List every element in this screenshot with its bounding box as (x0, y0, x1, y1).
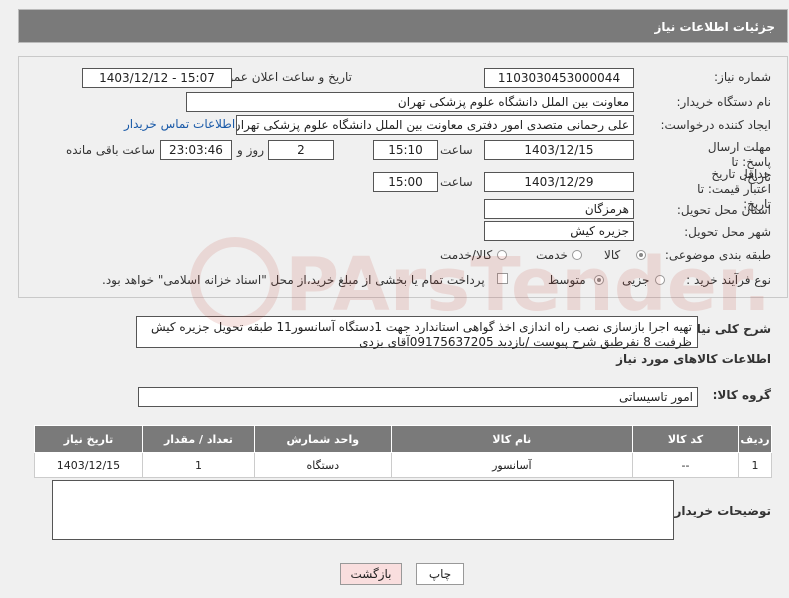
reply-date-field: 1403/12/15 (484, 140, 634, 160)
need-number-label: شماره نیاز: (714, 70, 771, 84)
category-service-label: خدمت (536, 248, 568, 262)
creator-label: ایجاد کننده درخواست: (660, 118, 771, 132)
contact-info-link[interactable]: اطلاعات تماس خریدار (124, 117, 235, 131)
col-qty: تعداد / مقدار (141, 425, 255, 453)
buyer-org-label: نام دستگاه خریدار: (676, 95, 772, 109)
col-row: ردیف (737, 425, 773, 453)
province-field: هرمزگان (484, 199, 634, 219)
need-number-field: 1103030453000044 (484, 68, 634, 88)
back-button[interactable]: بازگشت (340, 563, 402, 585)
province-label: استان محل تحویل: (676, 203, 771, 217)
category-service-radio[interactable] (572, 250, 582, 260)
category-goods-label: کالا (604, 248, 621, 262)
remaining-label: ساعت باقی مانده (66, 143, 156, 157)
category-goods-radio[interactable] (636, 250, 646, 260)
buyer-notes-field[interactable] (52, 480, 674, 540)
treasury-payment-label: پرداخت تمام یا بخشی از مبلغ خرید،از محل … (102, 273, 485, 287)
creator-field: علی رحمانی متصدی امور دفتری معاونت بین ا… (236, 115, 634, 135)
print-button[interactable]: چاپ (416, 563, 464, 585)
col-date: تاریخ نیاز (34, 425, 143, 453)
description-field[interactable]: تهیه اجرا بازسازی نصب راه اندازی اخذ گوا… (136, 316, 698, 349)
cell-row: 1 (737, 452, 773, 478)
cell-code: -- (632, 452, 739, 478)
cell-unit: دستگاه (253, 452, 392, 478)
page-title: جزئیات اطلاعات نیاز (654, 20, 775, 34)
days-field: 2 (268, 140, 334, 160)
price-time-label: ساعت (440, 175, 473, 189)
goods-group-label: گروه کالا: (712, 388, 771, 402)
col-name: نام کالا (390, 425, 634, 453)
city-field: جزیره کیش (484, 221, 634, 241)
treasury-payment-checkbox[interactable] (497, 273, 508, 284)
reply-time-field: 15:10 (373, 140, 438, 160)
price-time-field: 15:00 (373, 172, 438, 192)
page-header: جزئیات اطلاعات نیاز (18, 9, 788, 43)
announce-field: 1403/12/12 - 15:07 (82, 68, 232, 88)
reply-time-label: ساعت (440, 143, 473, 157)
city-label: شهر محل تحویل: (684, 225, 771, 239)
buyer-org-field: معاونت بین الملل دانشگاه علوم پزشکی تهرا… (186, 92, 634, 112)
goods-group-field: امور تاسیساتی (138, 387, 698, 407)
goods-section-title: اطلاعات کالاهای مورد نیاز (616, 352, 771, 366)
process-minor-radio[interactable] (655, 275, 665, 285)
days-label: روز و (237, 143, 264, 157)
category-label: طبقه بندی موضوعی: (664, 248, 771, 262)
process-medium-label: متوسط (548, 273, 586, 287)
col-code: کد کالا (632, 425, 739, 453)
remaining-time-field: 23:03:46 (160, 140, 232, 160)
col-unit: واحد شمارش (253, 425, 392, 453)
process-medium-radio[interactable] (594, 275, 604, 285)
process-minor-label: جزیی (622, 273, 650, 287)
table-row: 1 -- آسانسور دستگاه 1 1403/12/15 (34, 452, 773, 478)
category-goods-service-label: کالا/خدمت (440, 248, 493, 262)
process-label: نوع فرآیند خرید : (686, 273, 771, 287)
price-date-field: 1403/12/29 (484, 172, 634, 192)
buyer-notes-label: توضیحات خریدار: (669, 504, 771, 518)
cell-qty: 1 (141, 452, 255, 478)
goods-table: ردیف کد کالا نام کالا واحد شمارش تعداد /… (34, 425, 773, 478)
cell-date: 1403/12/15 (34, 452, 143, 478)
category-goods-service-radio[interactable] (497, 250, 507, 260)
cell-name: آسانسور (390, 452, 634, 478)
goods-table-header: ردیف کد کالا نام کالا واحد شمارش تعداد /… (34, 425, 773, 453)
